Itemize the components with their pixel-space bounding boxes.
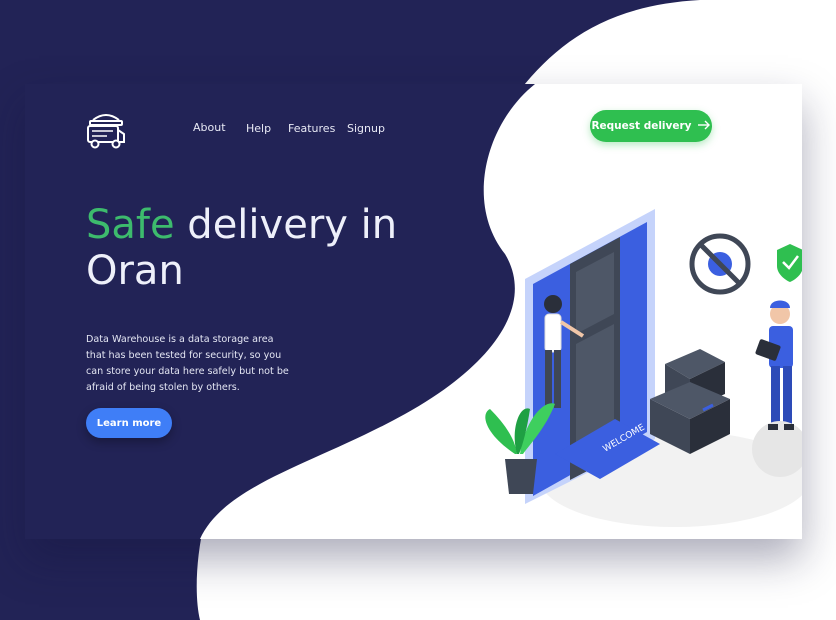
hero-title-rest: delivery in	[174, 202, 398, 248]
nav-about[interactable]: About	[193, 121, 226, 134]
arrow-right-icon	[697, 120, 711, 133]
landing-card: About Help Features Signup Request deliv…	[25, 84, 802, 539]
hero-title: Safe delivery in Oran	[86, 202, 397, 294]
delivery-illustration: WELCOME	[485, 209, 802, 527]
hero-description: Data Warehouse is a data storage area th…	[86, 333, 289, 393]
learn-more-button[interactable]: Learn more	[86, 408, 172, 438]
request-delivery-label: Request delivery	[591, 120, 692, 132]
nav-features[interactable]: Features	[288, 122, 335, 135]
nav-help[interactable]: Help	[246, 122, 271, 135]
page-background: About Help Features Signup Request deliv…	[0, 0, 836, 620]
hero-title-line2: Oran	[86, 248, 184, 294]
delivery-van-icon[interactable]	[85, 112, 127, 152]
nav-signup[interactable]: Signup	[347, 122, 385, 135]
hero-title-accent: Safe	[86, 202, 175, 248]
request-delivery-button[interactable]: Request delivery	[590, 110, 712, 142]
